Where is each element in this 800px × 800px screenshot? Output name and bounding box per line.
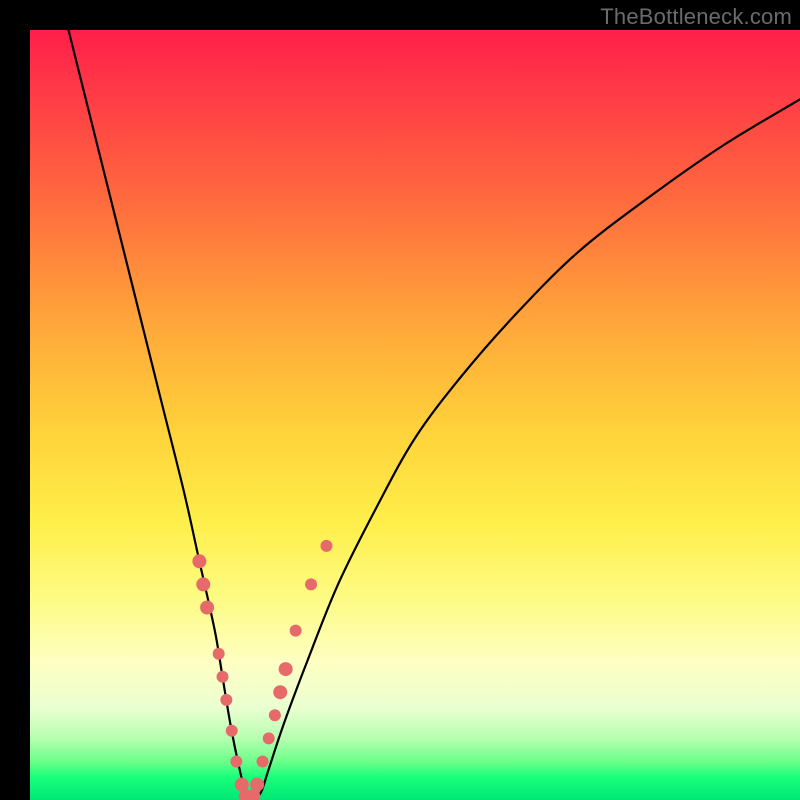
highlight-dot bbox=[290, 625, 302, 637]
highlight-dot bbox=[213, 648, 225, 660]
chart-frame: TheBottleneck.com bbox=[0, 0, 800, 800]
highlight-dot bbox=[196, 577, 210, 591]
highlight-dot bbox=[320, 540, 332, 552]
chart-svg bbox=[30, 30, 800, 800]
bottleneck-curve-line bbox=[69, 30, 800, 800]
highlight-dot bbox=[230, 756, 242, 768]
highlight-dot bbox=[257, 756, 269, 768]
highlight-dot bbox=[279, 662, 293, 676]
highlight-dot bbox=[192, 554, 206, 568]
highlight-dot bbox=[263, 732, 275, 744]
highlight-dots-group bbox=[192, 540, 332, 800]
highlight-dot bbox=[269, 709, 281, 721]
highlight-dot bbox=[250, 778, 264, 792]
highlight-dot bbox=[305, 578, 317, 590]
highlight-dot bbox=[273, 685, 287, 699]
highlight-dot bbox=[217, 671, 229, 683]
highlight-dot bbox=[200, 601, 214, 615]
highlight-dot bbox=[220, 694, 232, 706]
highlight-dot bbox=[226, 725, 238, 737]
watermark-text: TheBottleneck.com bbox=[600, 4, 792, 30]
plot-area bbox=[30, 30, 800, 800]
